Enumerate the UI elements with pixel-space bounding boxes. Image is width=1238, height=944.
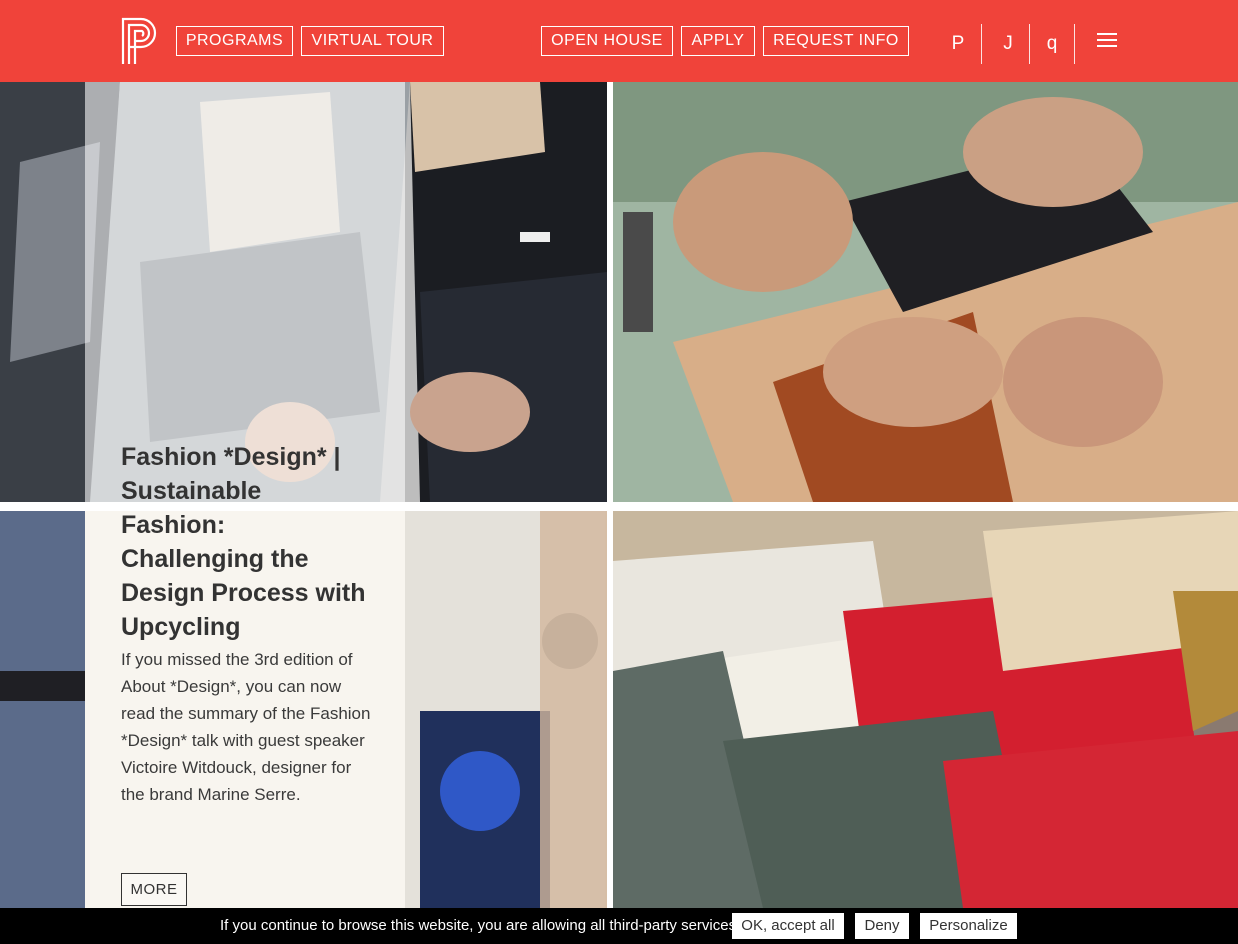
article-summary: If you missed the 3rd edition of About *… (121, 650, 371, 804)
nav-programs-button[interactable]: PROGRAMS (176, 26, 293, 56)
personalize-button[interactable]: Personalize (920, 913, 1017, 939)
p-icon[interactable]: P (940, 24, 976, 64)
photo-fabric-patchwork (613, 511, 1238, 908)
more-button[interactable]: MORE (121, 873, 187, 906)
q-icon[interactable]: q (1034, 24, 1070, 64)
nav-apply-button[interactable]: APPLY (681, 26, 755, 56)
nav-request-info-button[interactable]: REQUEST INFO (763, 26, 909, 56)
nav-virtual-tour-button[interactable]: VIRTUAL TOUR (301, 26, 444, 56)
hamburger-menu-icon[interactable] (1097, 33, 1117, 49)
cookie-consent-bar: If you continue to browse this website, … (0, 908, 1238, 944)
divider (1074, 24, 1075, 64)
photo-hands-sewing (613, 82, 1238, 502)
pp-logo-icon[interactable] (121, 16, 161, 65)
j-icon[interactable]: J (990, 24, 1026, 64)
cookie-message: If you continue to browse this website, … (220, 917, 737, 934)
nav-open-house-button[interactable]: OPEN HOUSE (541, 26, 673, 56)
site-header: PROGRAMS VIRTUAL TOUR OPEN HOUSE APPLY R… (0, 0, 1238, 82)
divider (981, 24, 982, 64)
divider (1029, 24, 1030, 64)
deny-button[interactable]: Deny (855, 913, 909, 939)
article-title[interactable]: Fashion *Design* | Sustainable Fashion: … (121, 440, 371, 644)
featured-article: Fashion *Design* | Sustainable Fashion: … (121, 440, 371, 808)
accept-all-button[interactable]: OK, accept all (732, 913, 844, 939)
